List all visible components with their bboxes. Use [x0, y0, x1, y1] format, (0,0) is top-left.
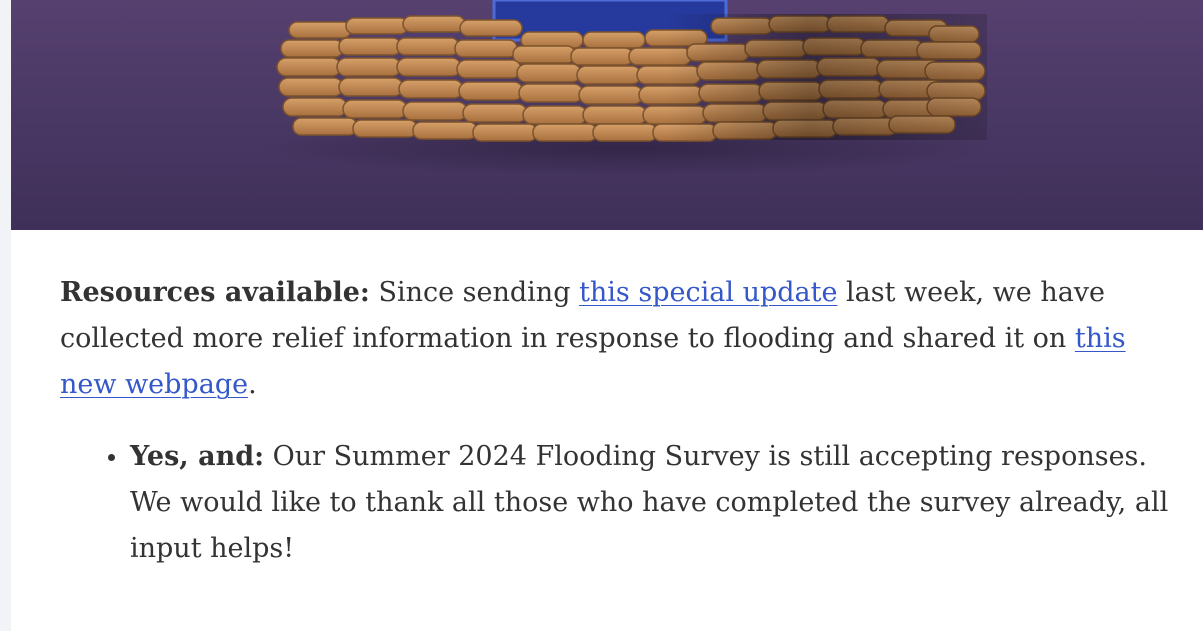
resources-label: Resources available:	[60, 277, 370, 308]
sandbag-barrier-illustration	[11, 0, 1203, 230]
hero-image	[11, 0, 1203, 230]
resources-paragraph: Resources available: Since sending this …	[60, 270, 1170, 408]
bullet-text: Our Summer 2024 Flooding Survey is still…	[130, 441, 1169, 564]
bullet-list: Yes, and: Our Summer 2024 Flooding Surve…	[60, 434, 1170, 572]
list-item: Yes, and: Our Summer 2024 Flooding Surve…	[108, 434, 1170, 572]
bullet-label: Yes, and:	[130, 441, 265, 472]
resources-text-1: Since sending	[369, 277, 580, 308]
special-update-link[interactable]: this special update	[579, 277, 837, 308]
newsletter-card: Resources available: Since sending this …	[11, 0, 1203, 631]
email-page: Resources available: Since sending this …	[0, 0, 1203, 631]
left-gutter	[0, 0, 11, 631]
article-body: Resources available: Since sending this …	[60, 270, 1170, 572]
resources-text-3: .	[248, 369, 257, 400]
